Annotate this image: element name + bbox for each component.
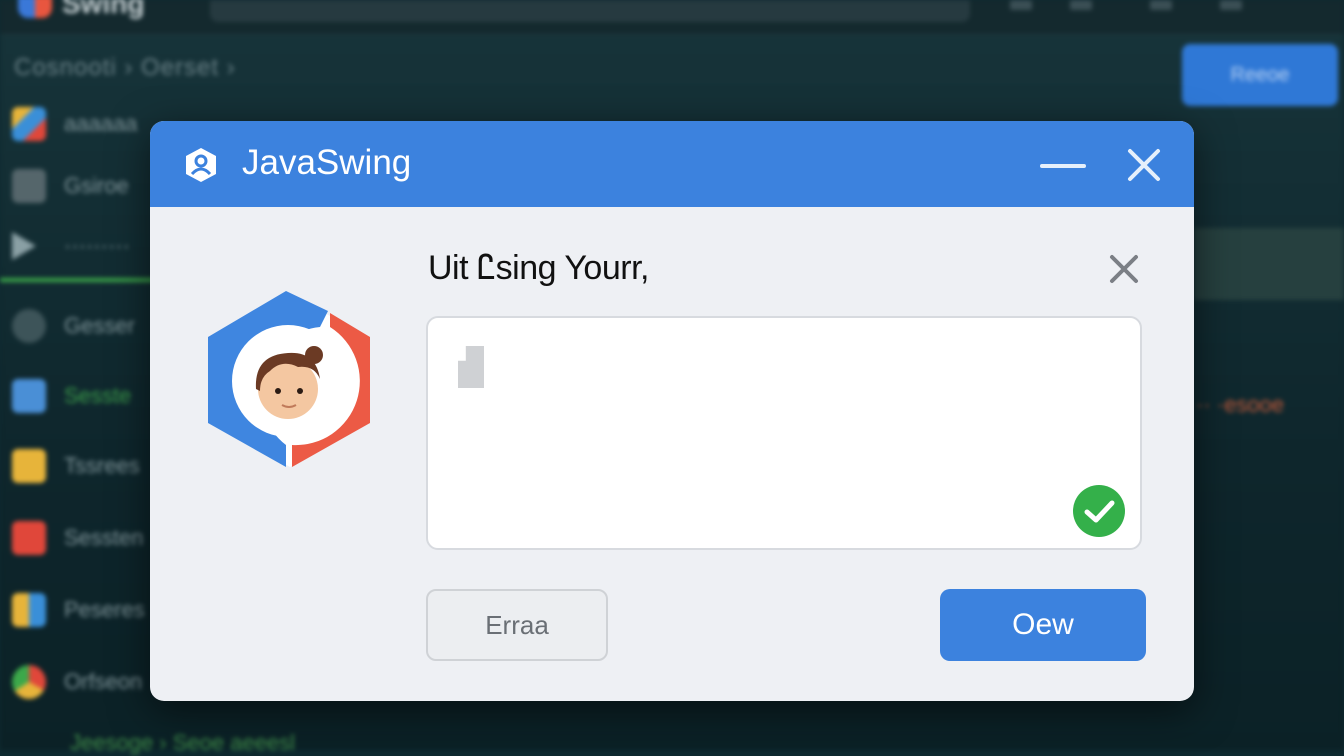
record-icon <box>12 309 46 343</box>
background-menu-button[interactable] <box>1070 0 1092 10</box>
primary-button[interactable]: Oew <box>940 589 1146 661</box>
sidebar-item-5[interactable]: Tssrees <box>12 446 162 486</box>
sidebar-item-label: Peseres <box>64 597 145 622</box>
sidebar-item-8[interactable]: Orfseon <box>12 662 162 702</box>
background-bottom-text: Jeesoge › Seoe aeeesl <box>70 730 296 755</box>
sidebar-active-indicator <box>0 278 160 282</box>
sidebar-item-1[interactable]: Gsiroe <box>12 166 162 206</box>
check-circle-icon <box>1073 485 1125 537</box>
background-maximize-button[interactable] <box>1150 0 1172 10</box>
note-icon <box>12 449 46 483</box>
background-close-button[interactable] <box>1220 0 1242 10</box>
sidebar-item-label: Sesste <box>64 383 132 408</box>
javaswing-dialog: JavaSwing Uit Ꮭsing Yourr, Erraa Oew <box>150 121 1194 701</box>
background-status-text: ·· ·esooe <box>1196 392 1285 417</box>
background-address-bar[interactable] <box>210 0 970 22</box>
sidebar-item-label: Gesser <box>64 313 135 338</box>
background-top-bar: Swing <box>0 0 1344 35</box>
sidebar-item-4[interactable]: Sesste <box>12 376 162 416</box>
tools-icon <box>12 107 46 141</box>
sidebar-item-7[interactable]: Peseres <box>12 590 162 630</box>
play-icon <box>12 232 36 260</box>
close-icon <box>1110 255 1138 283</box>
edit-icon <box>12 379 46 413</box>
user-shield-icon <box>186 148 216 182</box>
close-icon <box>1128 149 1160 181</box>
dialog-title-bar[interactable]: JavaSwing <box>150 121 1194 207</box>
dismiss-button[interactable] <box>1104 249 1144 289</box>
sidebar-item-6[interactable]: Sessten <box>12 518 162 558</box>
dialog-title: JavaSwing <box>242 143 412 182</box>
text-input[interactable] <box>428 318 1140 548</box>
sidebar-item-3[interactable]: Gesser <box>12 306 162 346</box>
background-minimize-button[interactable] <box>1010 0 1032 10</box>
background-breadcrumb: Cosnooti › Oerset › <box>14 54 236 81</box>
sidebar-item-label: Sessten <box>64 525 144 550</box>
sidebar-item-label: ········· <box>64 233 130 258</box>
background-right-panel <box>1194 228 1344 300</box>
sidebar-item-label: Tssrees <box>64 453 140 478</box>
sidebar-item-label: Orfseon <box>64 669 143 694</box>
sidebar-item-2[interactable]: ········· <box>12 226 162 266</box>
secondary-button[interactable]: Erraa <box>426 589 608 661</box>
background-action-button[interactable]: Reeoe <box>1182 44 1338 106</box>
app-logo-icon <box>18 0 52 18</box>
close-button[interactable] <box>1124 145 1164 185</box>
text-input-area[interactable] <box>426 316 1142 550</box>
prompt-label: Uit Ꮭsing Yourr, <box>428 249 649 287</box>
minimize-button[interactable] <box>1036 149 1090 183</box>
background-app-name: Swing <box>62 0 145 19</box>
minimize-icon <box>1040 164 1086 168</box>
sidebar-item-label: aaaaaa <box>64 111 138 136</box>
grid-icon <box>12 593 46 627</box>
list-icon <box>12 169 46 203</box>
sidebar-item-label: Gsiroe <box>64 173 129 198</box>
image-icon <box>12 521 46 555</box>
avatar <box>208 291 370 467</box>
sidebar-item-0[interactable]: aaaaaa <box>12 104 162 144</box>
chrome-icon <box>12 665 46 699</box>
